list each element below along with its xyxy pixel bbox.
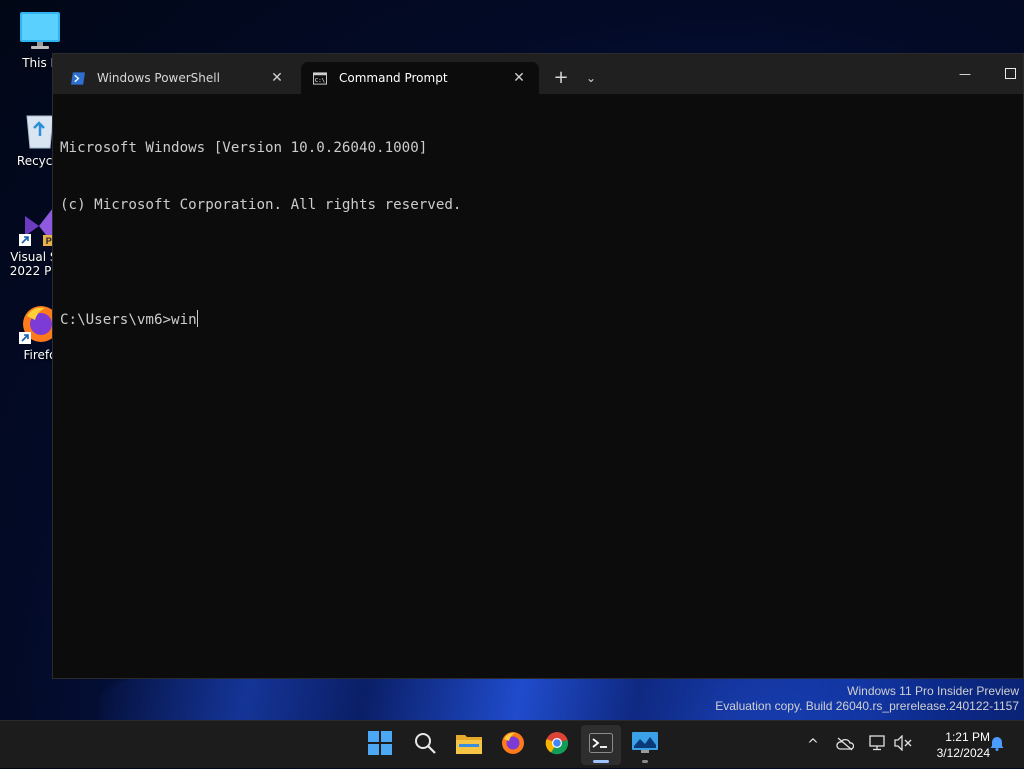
tab-bar: Windows PowerShell ✕ C:\ Command Prompt … [53,54,1023,94]
search-button[interactable] [405,725,445,765]
monitor-icon [19,10,61,52]
cloud-icon [836,736,855,755]
new-tab-button[interactable]: + [549,66,573,90]
clock[interactable]: 1:21 PM 3/12/2024 [920,729,990,761]
clock-time: 1:21 PM [945,730,990,744]
running-indicator [642,760,648,763]
tab-label: Command Prompt [339,71,448,85]
chevron-up-icon: ^ [807,737,819,753]
maximize-button[interactable] [999,62,1023,86]
show-hidden-icons-button[interactable]: ^ [802,721,824,769]
chrome-icon [545,731,569,759]
powershell-icon [71,71,85,85]
tab-command-prompt[interactable]: C:\ Command Prompt ✕ [301,62,539,94]
taskbar-file-explorer[interactable] [449,725,489,765]
text-cursor [196,310,198,327]
prompt-text: C:\Users\vm6>win [60,312,197,328]
terminal-window: Windows PowerShell ✕ C:\ Command Prompt … [52,53,1024,679]
cmd-icon: C:\ [313,71,327,85]
speaker-muted-icon [894,734,912,755]
tab-windows-powershell[interactable]: Windows PowerShell ✕ [59,62,297,94]
remote-desktop-icon [632,732,658,758]
console-output[interactable]: Microsoft Windows [Version 10.0.26040.10… [53,94,1023,367]
console-prompt-line[interactable]: C:\Users\vm6>win [60,310,1023,329]
close-tab-button[interactable]: ✕ [507,70,531,86]
notifications-button[interactable] [986,721,1008,769]
terminal-icon [589,733,613,757]
network-button[interactable] [866,721,888,769]
taskbar-firefox[interactable] [493,725,533,765]
maximize-icon [1005,68,1016,79]
taskbar-remote-desktop[interactable] [625,725,665,765]
svg-text:C:\: C:\ [315,78,325,84]
taskbar-terminal[interactable] [581,725,621,765]
search-icon [413,731,437,759]
console-line: Microsoft Windows [Version 10.0.26040.10… [60,140,428,156]
taskbar: ^ 1:21 PM 3/12/2024 [0,720,1024,768]
evaluation-watermark: Windows 11 Pro Insider Preview Evaluatio… [715,684,1019,714]
active-indicator [593,760,609,763]
tab-label: Windows PowerShell [97,71,220,85]
start-button[interactable] [360,725,400,765]
onedrive-button[interactable] [834,721,856,769]
file-explorer-icon [456,732,482,758]
clock-date: 3/12/2024 [936,746,990,760]
taskbar-chrome[interactable] [537,725,577,765]
watermark-line: Windows 11 Pro Insider Preview [847,684,1019,698]
volume-button[interactable] [892,721,914,769]
bell-icon [989,735,1005,755]
watermark-line: Evaluation copy. Build 26040.rs_prerelea… [715,699,1019,713]
close-tab-button[interactable]: ✕ [265,70,289,86]
network-icon [868,735,886,755]
windows-start-icon [368,731,392,759]
console-line: (c) Microsoft Corporation. All rights re… [60,197,462,213]
minimize-button[interactable]: — [953,62,977,86]
chevron-down-icon[interactable]: ⌄ [579,66,603,90]
firefox-icon [501,731,525,759]
